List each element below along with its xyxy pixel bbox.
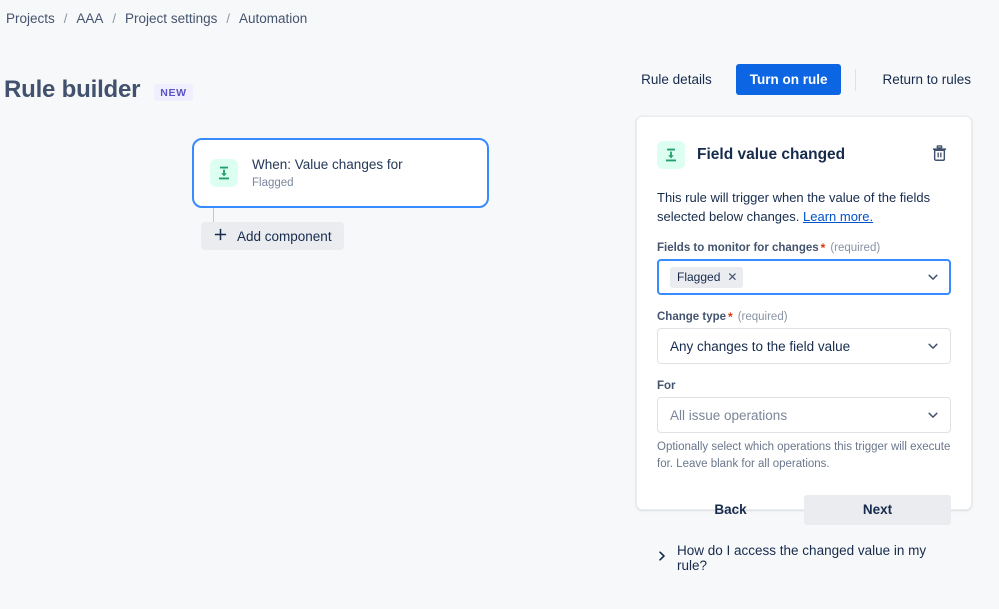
trigger-card[interactable]: When: Value changes for Flagged	[192, 138, 489, 208]
for-select[interactable]: All issue operations	[657, 397, 951, 434]
help-expander[interactable]: How do I access the changed value in my …	[657, 543, 951, 573]
for-label-text: For	[657, 380, 676, 393]
field-chip-label: Flagged	[677, 270, 721, 285]
page-title: Rule builder	[4, 76, 141, 104]
required-text: (required)	[737, 311, 788, 324]
header-divider	[855, 68, 857, 91]
breadcrumb: Projects / AAA / Project settings / Auto…	[0, 11, 311, 26]
return-to-rules-button[interactable]: Return to rules	[870, 65, 983, 94]
add-component-button[interactable]: Add component	[201, 222, 344, 250]
back-button[interactable]: Back	[657, 495, 804, 525]
breadcrumb-separator: /	[226, 11, 230, 26]
panel-header: Field value changed	[657, 133, 951, 177]
fields-to-monitor-input[interactable]: Flagged ✕	[657, 259, 951, 296]
new-badge: NEW	[154, 83, 193, 101]
panel-description: This rule will trigger when the value of…	[657, 189, 951, 227]
chevron-down-icon[interactable]	[926, 270, 940, 284]
panel-description-text: This rule will trigger when the value of…	[657, 189, 931, 224]
chevron-down-icon[interactable]	[926, 339, 940, 353]
learn-more-link[interactable]: Learn more.	[803, 209, 873, 224]
breadcrumb-item-aaa[interactable]: AAA	[72, 11, 107, 26]
panel-button-row: Back Next	[657, 494, 951, 525]
delete-trigger-button[interactable]	[928, 142, 951, 168]
panel-title: Field value changed	[697, 145, 846, 163]
trigger-card-title: When: Value changes for	[252, 157, 403, 173]
field-chip-flagged[interactable]: Flagged ✕	[670, 266, 744, 288]
for-help-text: Optionally select which operations this …	[657, 441, 951, 471]
for-label: For	[657, 380, 951, 392]
change-type-label: Change type * (required)	[657, 311, 951, 323]
change-type-label-text: Change type	[657, 311, 727, 324]
breadcrumb-separator: /	[63, 11, 68, 26]
for-value: All issue operations	[670, 407, 788, 423]
fields-to-monitor-label-text: Fields to monitor for changes	[657, 242, 819, 255]
rule-builder-page: Projects / AAA / Project settings / Auto…	[0, 0, 999, 609]
field-value-changed-icon	[210, 159, 238, 187]
next-button[interactable]: Next	[804, 494, 951, 525]
breadcrumb-item-project-settings[interactable]: Project settings	[121, 11, 221, 26]
breadcrumb-separator: /	[112, 11, 117, 26]
rule-canvas: When: Value changes for Flagged Add comp…	[0, 110, 620, 590]
breadcrumb-item-automation[interactable]: Automation	[235, 11, 311, 26]
header-actions: Rule details Turn on rule Return to rule…	[629, 64, 983, 95]
trigger-card-text: When: Value changes for Flagged	[252, 157, 403, 189]
rule-details-button[interactable]: Rule details	[629, 65, 724, 94]
plus-icon	[213, 227, 228, 245]
add-component-label: Add component	[237, 228, 332, 244]
close-icon[interactable]: ✕	[726, 271, 738, 283]
change-type-select[interactable]: Any changes to the field value	[657, 328, 951, 365]
required-marker: *	[728, 310, 733, 325]
required-text: (required)	[830, 242, 881, 255]
turn-on-rule-button[interactable]: Turn on rule	[735, 64, 842, 95]
chevron-down-icon[interactable]	[926, 408, 940, 422]
change-type-value: Any changes to the field value	[670, 338, 851, 354]
chevron-right-icon	[657, 549, 667, 567]
trigger-config-panel: Field value changed This rule will trigg…	[636, 116, 972, 573]
breadcrumb-item-projects[interactable]: Projects	[0, 11, 59, 26]
trigger-card-subtitle: Flagged	[252, 176, 294, 189]
trash-icon	[930, 144, 949, 166]
help-expander-label: How do I access the changed value in my …	[677, 542, 927, 573]
required-marker: *	[820, 241, 826, 256]
fields-to-monitor-value: Flagged ✕	[670, 266, 926, 288]
field-value-changed-icon	[657, 140, 685, 169]
fields-to-monitor-label: Fields to monitor for changes * (require…	[657, 242, 951, 254]
